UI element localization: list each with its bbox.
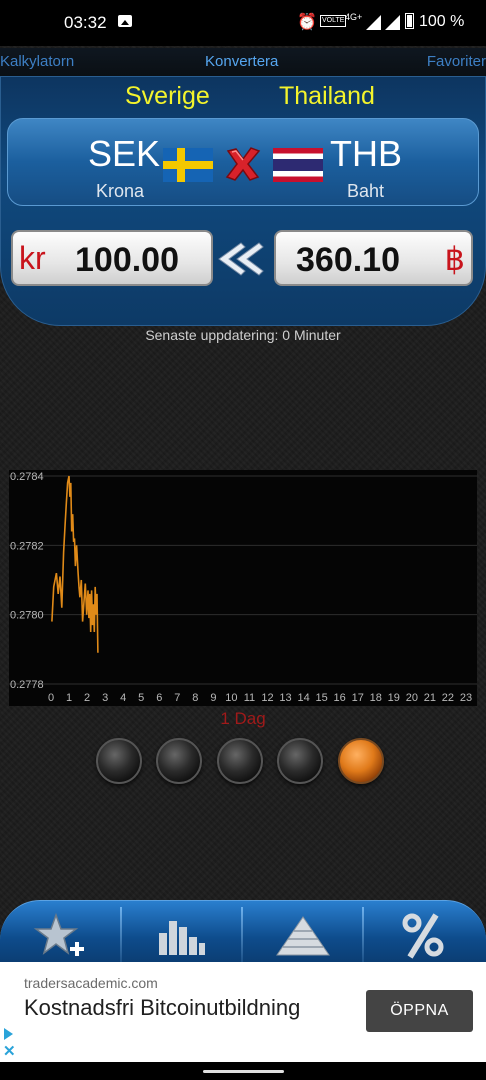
x-tick-label: 17 <box>352 692 364 704</box>
toolbar-separator <box>241 907 243 963</box>
to-amount-field[interactable]: 360.10 ฿ <box>274 230 473 286</box>
battery-icon <box>405 13 414 29</box>
period-dot-1[interactable] <box>96 738 142 784</box>
battery-percent: 100 % <box>419 13 465 30</box>
signal-icon <box>366 15 400 30</box>
x-tick-label: 4 <box>120 692 126 704</box>
x-tick-label: 14 <box>297 692 309 704</box>
gallery-notification-icon <box>118 15 132 27</box>
from-currency-symbol: kr <box>19 240 46 276</box>
pyramid-icon[interactable] <box>273 909 333 961</box>
x-tick-label: 21 <box>424 692 436 704</box>
from-country[interactable]: Sverige <box>125 82 210 111</box>
top-nav: Kalkylatorn Konvertera Favoriter <box>0 48 486 77</box>
nav-calculator[interactable]: Kalkylatorn <box>0 53 74 70</box>
percent-icon[interactable] <box>394 909 454 961</box>
network-type: 4G+ <box>345 12 363 22</box>
to-currency-name: Baht <box>347 181 385 201</box>
period-dot-2[interactable] <box>156 738 202 784</box>
chart-icon[interactable] <box>151 909 211 961</box>
x-tick-label: 2 <box>84 692 90 704</box>
convert-direction-icon[interactable] <box>217 240 269 278</box>
x-tick-label: 8 <box>192 692 198 704</box>
volte-icon: VOLTE <box>320 15 347 27</box>
last-updated: Senaste uppdatering: 0 Minuter <box>0 327 486 343</box>
adchoices-icon[interactable] <box>4 1028 13 1040</box>
period-dot-3[interactable] <box>217 738 263 784</box>
x-tick-label: 16 <box>334 692 346 704</box>
x-tick-label: 18 <box>370 692 382 704</box>
favorite-add-icon[interactable] <box>32 909 92 961</box>
bottom-toolbar <box>0 900 486 963</box>
from-currency-name: Krona <box>96 181 145 201</box>
toolbar-separator <box>120 907 122 963</box>
x-tick-label: 5 <box>138 692 144 704</box>
nav-convert[interactable]: Konvertera <box>205 53 278 70</box>
period-dot-5[interactable] <box>338 738 384 784</box>
x-tick-label: 0 <box>48 692 54 704</box>
ad-close-icon[interactable]: ✕ <box>3 1042 16 1060</box>
x-tick-label: 9 <box>210 692 216 704</box>
system-nav-bar <box>0 1062 486 1080</box>
last-updated-text: Senaste uppdatering: 0 Minuter <box>145 327 341 343</box>
x-tick-label: 19 <box>388 692 400 704</box>
from-currency-code[interactable]: SEK <box>88 133 160 175</box>
y-tick-label: 0.2784 <box>10 471 44 483</box>
from-amount-field[interactable]: kr 100.00 <box>11 230 213 286</box>
x-tick-label: 1 <box>66 692 72 704</box>
x-tick-label: 3 <box>102 692 108 704</box>
x-tick-label: 13 <box>279 692 291 704</box>
to-currency-code[interactable]: THB <box>330 133 402 175</box>
y-tick-label: 0.2782 <box>10 540 44 552</box>
y-tick-label: 0.2778 <box>10 679 44 691</box>
x-tick-label: 12 <box>261 692 273 704</box>
exchange-rate-chart: 0.27780.27800.27820.27840 1 2 3 4 5 6 7 8 9 10 11 12… <box>9 470 477 706</box>
status-time: 03:32 <box>64 13 107 32</box>
ad-open-button[interactable]: ÖPPNA <box>366 990 473 1032</box>
thailand-flag-icon[interactable] <box>273 148 323 182</box>
to-currency-symbol: ฿ <box>444 241 465 277</box>
x-tick-label: 11 <box>244 692 255 704</box>
ad-banner[interactable]: tradersacademic.com Kostnadsfri Bitcoinu… <box>0 962 486 1062</box>
from-amount-value: 100.00 <box>75 241 179 279</box>
x-tick-label: 7 <box>174 692 180 704</box>
alarm-icon: ⏰ <box>297 14 317 31</box>
swap-icon[interactable] <box>224 145 262 183</box>
chart-period-label: 1 Dag <box>220 709 266 728</box>
x-tick-label: 10 <box>225 692 237 704</box>
y-tick-label: 0.2780 <box>10 610 44 622</box>
to-amount-value: 360.10 <box>296 241 400 279</box>
ad-title[interactable]: Kostnadsfri Bitcoinutbildning <box>24 994 344 1022</box>
x-tick-label: 22 <box>442 692 454 704</box>
to-country[interactable]: Thailand <box>279 82 375 111</box>
period-dot-4[interactable] <box>277 738 323 784</box>
x-tick-label: 23 <box>460 692 472 704</box>
nav-favorites[interactable]: Favoriter <box>427 53 486 70</box>
x-tick-label: 6 <box>156 692 162 704</box>
x-tick-label: 20 <box>406 692 418 704</box>
sweden-flag-icon[interactable] <box>163 148 213 182</box>
status-bar: 03:32 ⏰ VOLTE 4G+ 100 % <box>0 0 486 46</box>
x-tick-label: 15 <box>316 692 328 704</box>
ad-url: tradersacademic.com <box>24 975 158 991</box>
toolbar-separator <box>362 907 364 963</box>
home-indicator[interactable] <box>203 1070 284 1073</box>
